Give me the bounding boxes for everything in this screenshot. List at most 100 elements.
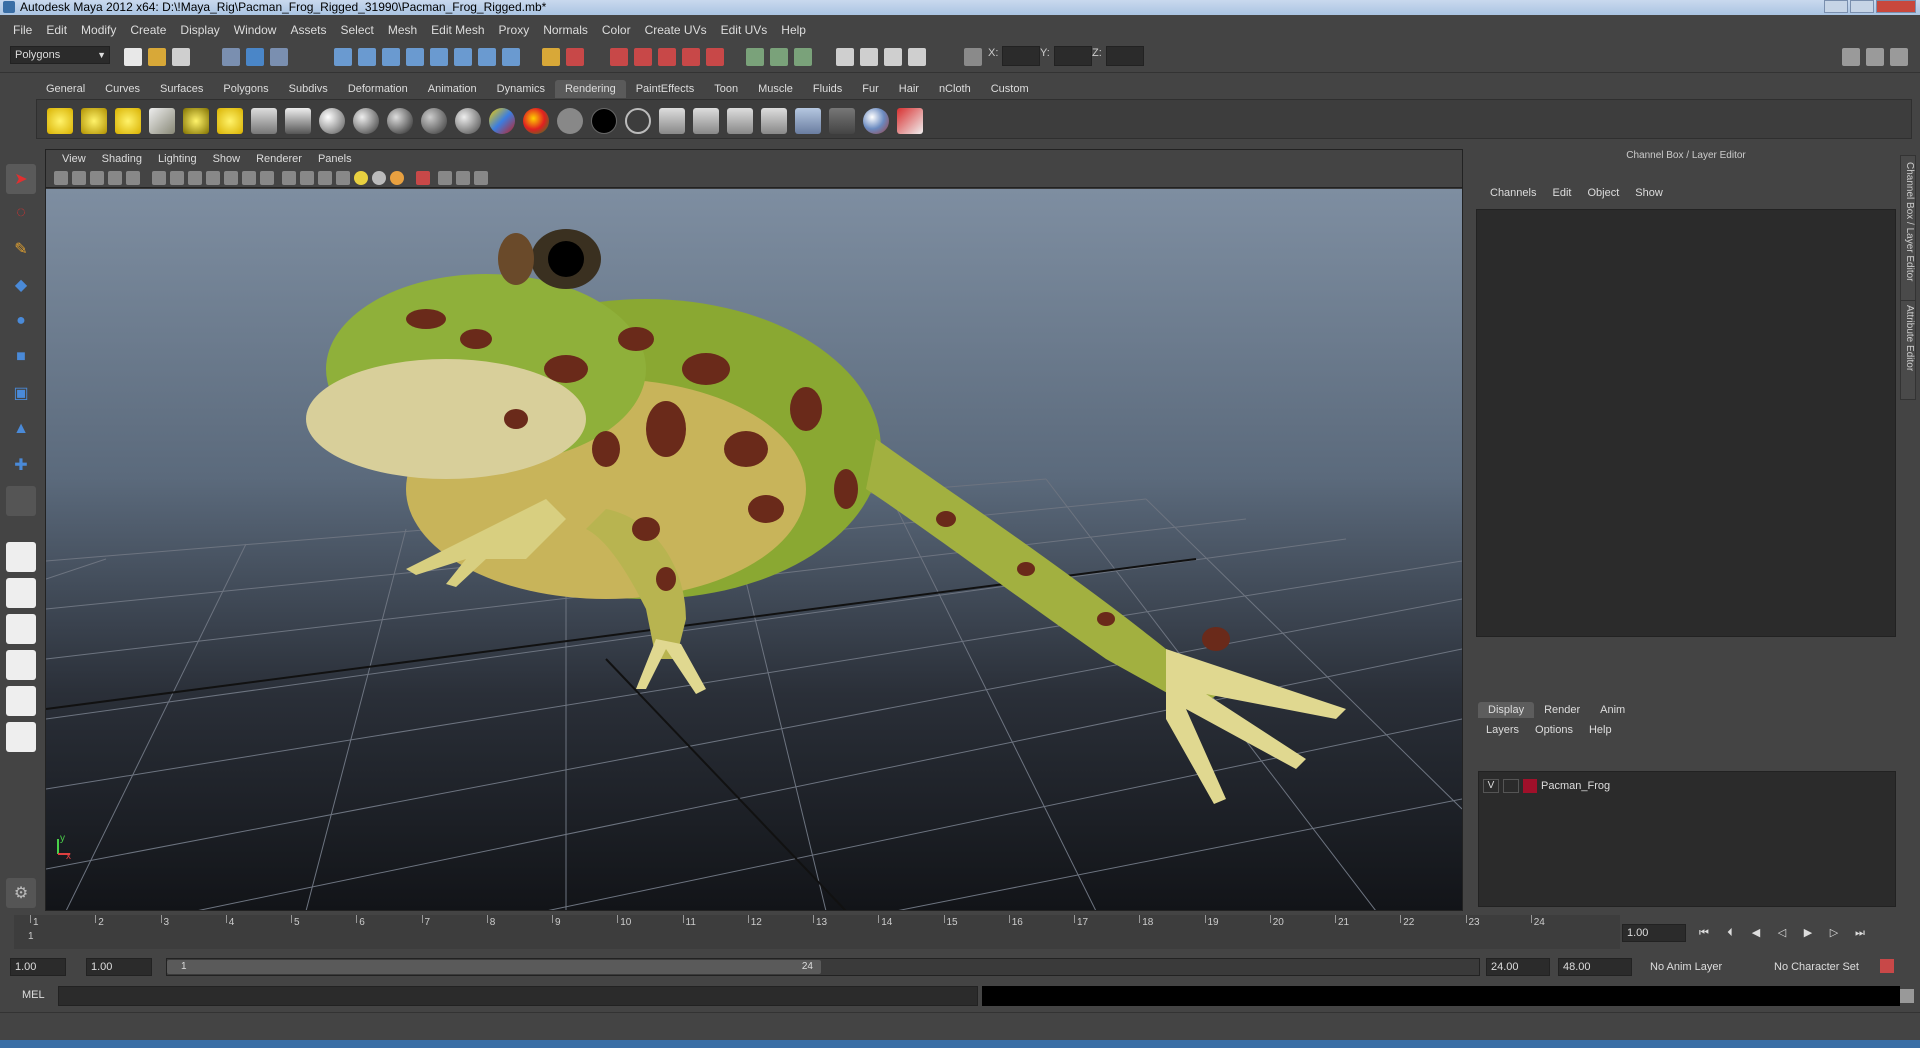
play-forward-icon[interactable]: ▶ <box>1798 924 1818 942</box>
save-scene-icon[interactable] <box>172 48 190 66</box>
menu-assets[interactable]: Assets <box>283 23 333 37</box>
hud-icon[interactable] <box>474 171 488 185</box>
soft-modification-icon[interactable]: ▲ <box>6 414 36 444</box>
menu-help[interactable]: Help <box>774 23 813 37</box>
attribute-editor-icon[interactable] <box>908 48 926 66</box>
rotate-tool-icon[interactable]: ● <box>6 306 36 336</box>
menu-normals[interactable]: Normals <box>536 23 595 37</box>
lambert-icon[interactable] <box>353 108 379 134</box>
playback-end-field[interactable]: 24.00 <box>1486 958 1550 976</box>
isolate-select-icon[interactable] <box>416 171 430 185</box>
hypershade-shelf-icon[interactable] <box>795 108 821 134</box>
textured-icon[interactable] <box>336 171 350 185</box>
attribute-editor-side-tab[interactable]: Attribute Editor <box>1900 300 1916 400</box>
point-light-icon[interactable] <box>115 108 141 134</box>
viewport-menu-renderer[interactable]: Renderer <box>248 153 310 165</box>
snap-grid-icon[interactable] <box>334 48 352 66</box>
safe-title-icon[interactable] <box>260 171 274 185</box>
toggle-channel-box-icon[interactable] <box>1890 48 1908 66</box>
menu-proxy[interactable]: Proxy <box>492 23 537 37</box>
anisotropic-icon[interactable] <box>285 108 311 134</box>
history-icon[interactable] <box>454 48 472 66</box>
safe-action-icon[interactable] <box>242 171 256 185</box>
viewport-scene[interactable]: y x <box>46 189 1462 910</box>
anim-layer-selector[interactable]: No Anim Layer <box>1650 961 1722 973</box>
step-back-key-icon[interactable]: ⏴ <box>1720 924 1740 942</box>
shadows-icon[interactable] <box>390 171 404 185</box>
image-plane-icon[interactable] <box>126 171 140 185</box>
range-slider-handle[interactable]: 1 24 <box>167 960 821 974</box>
render-current-icon[interactable] <box>659 108 685 134</box>
show-manipulator-icon[interactable]: ✚ <box>6 450 36 480</box>
phong-e-icon[interactable] <box>455 108 481 134</box>
tab-display[interactable]: Display <box>1478 702 1535 718</box>
current-time-field[interactable]: 1.00 <box>1622 924 1686 942</box>
layer-help-menu[interactable]: Help <box>1581 722 1620 738</box>
snap-view-plane-icon[interactable] <box>406 48 424 66</box>
tab-painteffects[interactable]: PaintEffects <box>626 80 705 98</box>
layer-name[interactable]: Pacman_Frog <box>1541 780 1610 792</box>
viewport-menu-view[interactable]: View <box>54 153 94 165</box>
viewport-menu-lighting[interactable]: Lighting <box>150 153 205 165</box>
make-live-icon[interactable] <box>430 48 448 66</box>
layer-row[interactable]: V Pacman_Frog <box>1483 778 1893 794</box>
render-settings-icon[interactable] <box>658 48 676 66</box>
menu-mesh[interactable]: Mesh <box>381 23 424 37</box>
move-tool-icon[interactable]: ◆ <box>6 270 36 300</box>
go-to-end-icon[interactable]: ⏭ <box>1850 924 1870 942</box>
close-button[interactable] <box>1876 0 1916 13</box>
render-region-icon[interactable] <box>566 48 584 66</box>
go-to-start-icon[interactable]: ⏮ <box>1694 924 1714 942</box>
shading-map-icon[interactable] <box>523 108 549 134</box>
directional-light-icon[interactable] <box>81 108 107 134</box>
film-gate-icon[interactable] <box>170 171 184 185</box>
layers-menu[interactable]: Layers <box>1478 722 1527 738</box>
tab-animation[interactable]: Animation <box>418 80 487 98</box>
step-forward-frame-icon[interactable]: ▷ <box>1824 924 1844 942</box>
tab-deformation[interactable]: Deformation <box>338 80 418 98</box>
minimize-button[interactable] <box>1824 0 1848 13</box>
menu-edit-uvs[interactable]: Edit UVs <box>714 23 775 37</box>
select-tool-icon[interactable]: ➤ <box>6 164 36 194</box>
channel-object-menu[interactable]: Object <box>1579 187 1627 199</box>
tab-anim[interactable]: Anim <box>1590 702 1635 718</box>
render-view-shelf-icon[interactable] <box>761 108 787 134</box>
frog-model[interactable] <box>306 229 1346 804</box>
menu-select[interactable]: Select <box>333 23 380 37</box>
camera-attributes-icon[interactable] <box>90 171 104 185</box>
render-settings-shelf-icon[interactable] <box>727 108 753 134</box>
construction-history-icon[interactable] <box>478 48 496 66</box>
toggle-attribute-editor-icon[interactable] <box>1842 48 1860 66</box>
last-tool-icon[interactable] <box>6 486 36 516</box>
toggle-tool-settings-icon[interactable] <box>1866 48 1884 66</box>
viewport-menu-panels[interactable]: Panels <box>310 153 360 165</box>
tab-polygons[interactable]: Polygons <box>213 80 278 98</box>
spot-light-icon[interactable] <box>149 108 175 134</box>
persp-graph-hypergraph-layout-icon[interactable] <box>6 722 36 752</box>
tab-fur[interactable]: Fur <box>852 80 889 98</box>
persp-outliner-layout-icon[interactable] <box>6 614 36 644</box>
tab-render[interactable]: Render <box>1534 702 1590 718</box>
grid-icon[interactable] <box>152 171 166 185</box>
question-icon[interactable] <box>502 48 520 66</box>
x-field[interactable] <box>1002 46 1040 66</box>
bookmark-icon[interactable] <box>108 171 122 185</box>
outliner-icon[interactable] <box>770 48 788 66</box>
persp-graph-layout-icon[interactable] <box>6 650 36 680</box>
volume-light-icon[interactable] <box>217 108 243 134</box>
use-background-icon[interactable] <box>591 108 617 134</box>
menu-display[interactable]: Display <box>173 23 226 37</box>
tab-dynamics[interactable]: Dynamics <box>487 80 555 98</box>
layer-type-toggle[interactable] <box>1503 779 1519 793</box>
tab-hair[interactable]: Hair <box>889 80 929 98</box>
menu-color[interactable]: Color <box>595 23 638 37</box>
maximize-button[interactable] <box>1850 0 1874 13</box>
scale-tool-icon[interactable]: ■ <box>6 342 36 372</box>
character-set-selector[interactable]: No Character Set <box>1774 961 1859 973</box>
y-field[interactable] <box>1054 46 1092 66</box>
hypershade-icon[interactable] <box>682 48 700 66</box>
four-view-layout-icon[interactable] <box>6 578 36 608</box>
new-scene-icon[interactable] <box>124 48 142 66</box>
start-time-field[interactable]: 1.00 <box>10 958 66 976</box>
channel-list[interactable] <box>1476 209 1896 637</box>
